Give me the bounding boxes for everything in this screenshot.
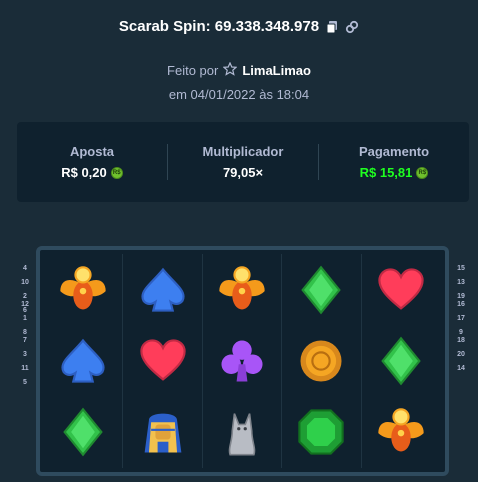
reels-frame bbox=[36, 246, 449, 476]
bet-stats-panel: Aposta R$ 0,20 R$ Multiplicador 79,05× P… bbox=[17, 122, 469, 202]
scarab-icon bbox=[60, 265, 106, 310]
stat-bet-value: R$ 0,20 bbox=[61, 165, 107, 180]
paylines-left: 4 10 2 6 12 1 8 7 3 11 5 bbox=[17, 262, 33, 386]
reel-cell-pharaoh bbox=[123, 396, 203, 468]
reel-cell-diamond bbox=[44, 396, 124, 468]
heart-icon bbox=[378, 268, 424, 310]
star-icon bbox=[222, 61, 238, 79]
reel-cell-diamond bbox=[282, 254, 362, 326]
scarab-icon bbox=[378, 408, 424, 452]
reel-cell-heart bbox=[123, 325, 203, 397]
paylines-right: 15 13 19 16 17 9 18 20 14 bbox=[453, 262, 469, 372]
payline-number: 10 bbox=[21, 279, 29, 286]
byline-prefix: Feito por bbox=[167, 63, 219, 78]
left-group: 7 3 11 5 bbox=[17, 334, 33, 386]
stat-payout-value: R$ 15,81 bbox=[359, 165, 413, 180]
reel-cell-emerald bbox=[282, 396, 362, 468]
left-group: 4 10 2 6 bbox=[17, 262, 33, 314]
copy-icon[interactable] bbox=[325, 20, 339, 34]
payline-number: 4 bbox=[23, 265, 27, 272]
spade-icon bbox=[61, 338, 105, 383]
stat-multiplier: Multiplicador 79,05× bbox=[167, 144, 318, 180]
reel-cell-coin bbox=[282, 325, 362, 397]
emerald-icon bbox=[298, 409, 345, 456]
payline-number: 13 bbox=[457, 279, 465, 286]
reel-cell-cat bbox=[203, 396, 283, 468]
right-group: 16 17 9 bbox=[453, 298, 469, 336]
payline-number: 11 bbox=[21, 365, 29, 372]
payline-number: 7 bbox=[23, 337, 27, 344]
stat-bet: Aposta R$ 0,20 R$ bbox=[17, 144, 167, 180]
reel-cell-scarab bbox=[203, 254, 283, 326]
reel-cell-scarab bbox=[44, 254, 124, 326]
reels-grid bbox=[44, 254, 441, 468]
spade-icon bbox=[140, 267, 185, 312]
stat-payout: Pagamento R$ 15,81 R$ bbox=[318, 144, 469, 180]
payline-number: 5 bbox=[23, 379, 27, 386]
user-link[interactable]: LimaLimao bbox=[242, 63, 311, 78]
club-icon bbox=[221, 340, 263, 382]
bet-title: Scarab Spin: 69.338.348.978 bbox=[118, 18, 320, 35]
heart-icon bbox=[139, 339, 186, 381]
pharaoh-icon bbox=[144, 413, 181, 453]
payline-number: 20 bbox=[457, 351, 465, 358]
right-group: 18 20 14 bbox=[453, 334, 469, 372]
reel-cell-heart bbox=[362, 254, 441, 325]
payline-number: 18 bbox=[457, 337, 465, 344]
payline-number: 17 bbox=[457, 315, 465, 322]
reel-cell-spade bbox=[123, 254, 203, 326]
byline: Feito por LimaLimao bbox=[0, 61, 478, 79]
reel-cell-spade bbox=[44, 325, 124, 397]
link-icon[interactable] bbox=[345, 20, 359, 34]
bet-title-row: Scarab Spin: 69.338.348.978 bbox=[0, 18, 478, 35]
payline-number: 16 bbox=[457, 301, 465, 308]
reel-cell-diamond bbox=[362, 325, 441, 396]
payline-number: 1 bbox=[23, 315, 27, 322]
diamond-icon bbox=[381, 336, 422, 386]
stat-payout-value-row: R$ 15,81 R$ bbox=[360, 165, 429, 180]
bet-date: em 04/01/2022 às 18:04 bbox=[168, 87, 310, 102]
payline-number: 12 bbox=[21, 301, 29, 308]
currency-icon: R$ bbox=[110, 166, 123, 179]
left-group: 12 1 8 bbox=[17, 298, 33, 336]
diamond-icon bbox=[63, 407, 103, 457]
right-group: 15 13 19 bbox=[453, 262, 469, 300]
stat-payout-label: Pagamento bbox=[358, 144, 430, 159]
cat-icon bbox=[228, 413, 256, 456]
currency-icon: R$ bbox=[416, 166, 429, 179]
stat-bet-value-row: R$ 0,20 R$ bbox=[61, 165, 123, 180]
payline-number: 15 bbox=[457, 265, 465, 272]
coin-icon bbox=[300, 340, 342, 382]
payline-number: 14 bbox=[457, 365, 465, 372]
scarab-icon bbox=[219, 265, 265, 310]
stat-multiplier-value: 79,05× bbox=[222, 165, 264, 180]
stat-multiplier-label: Multiplicador bbox=[202, 144, 284, 159]
reel-cell-club bbox=[203, 325, 283, 397]
payline-number: 3 bbox=[23, 351, 27, 358]
reel-cell-scarab bbox=[362, 397, 441, 468]
stat-bet-label: Aposta bbox=[69, 144, 115, 159]
diamond-icon bbox=[301, 265, 342, 315]
